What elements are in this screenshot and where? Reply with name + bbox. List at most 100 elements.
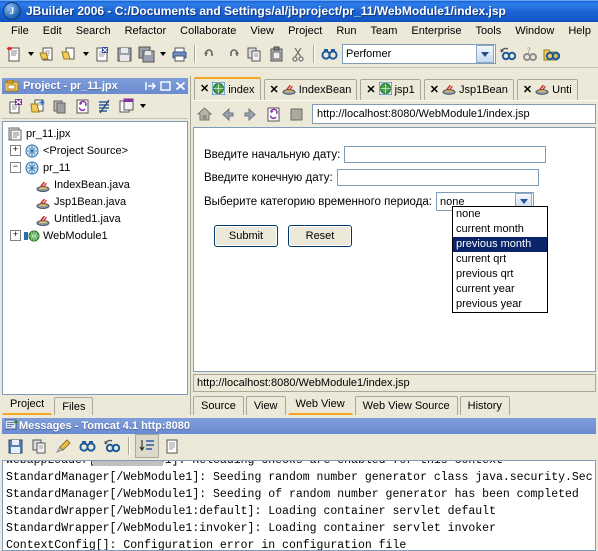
close-project-icon[interactable] [5,95,27,117]
copy-icon[interactable] [28,435,50,457]
paste-button[interactable] [265,43,287,65]
messages-log[interactable]: WebappLoader[/WebModule1]: Reloading che… [2,460,596,551]
close-icon[interactable]: ✕ [366,84,375,95]
dropdown-option[interactable]: previous qrt [453,267,547,282]
dock-left-icon[interactable] [143,79,158,93]
find-in-path-button[interactable] [540,43,562,65]
search-help-button[interactable]: ? [518,43,540,65]
properties-icon[interactable] [161,435,183,457]
stop-icon[interactable] [285,103,307,125]
reset-button[interactable]: Reset [288,225,352,247]
editor-tab-jsp1[interactable]: ✕ jsp1 [360,79,421,100]
menu-search[interactable]: Search [69,24,118,38]
dropdown-option[interactable]: current year [453,282,547,297]
expander-minus-icon[interactable]: − [10,162,21,173]
find-again-icon[interactable] [100,435,122,457]
dropdown-option[interactable]: none [453,207,547,222]
start-date-input[interactable] [344,146,547,163]
copy-button[interactable] [243,43,265,65]
tab-history[interactable]: History [459,396,510,415]
home-icon[interactable] [193,103,215,125]
copy-icon[interactable] [115,95,137,117]
more-dropdown-icon[interactable] [137,95,148,117]
dropdown-option[interactable]: previous year [453,297,547,312]
find-button[interactable] [318,43,340,65]
tree-row-pr11[interactable]: − pr_11 [5,159,187,176]
menu-help[interactable]: Help [561,24,598,38]
forward-arrow-icon[interactable] [239,103,261,125]
menu-view[interactable]: View [243,24,281,38]
search-combo[interactable]: Perfomer [342,44,496,64]
editor-tab-index[interactable]: ✕ index [194,77,261,100]
new-dropdown-button[interactable] [25,43,36,65]
cut-button[interactable] [287,43,309,65]
menu-team[interactable]: Team [364,24,405,38]
menu-file[interactable]: File [4,24,36,38]
expander-plus-icon[interactable]: + [10,145,21,156]
menu-project[interactable]: Project [281,24,329,38]
save-button[interactable] [113,43,135,65]
menu-enterprise[interactable]: Enterprise [404,24,468,38]
expander-plus-icon[interactable]: + [10,230,21,241]
find-icon[interactable] [76,435,98,457]
tree-row-webmodule1[interactable]: + WebModule1 [5,227,187,244]
refresh-icon[interactable] [262,103,284,125]
period-select-dropdown-list[interactable]: none current month previous month curren… [452,206,548,313]
search-again-button[interactable] [496,43,518,65]
undo-button[interactable] [199,43,221,65]
tab-view[interactable]: View [245,396,286,415]
close-file-button[interactable] [91,43,113,65]
url-input[interactable]: http://localhost:8080/WebModule1/index.j… [312,104,596,124]
open-project-icon[interactable] [27,95,49,117]
chevron-down-icon[interactable] [476,45,494,63]
menu-edit[interactable]: Edit [36,24,69,38]
build-icon[interactable] [93,95,115,117]
dropdown-option[interactable]: current month [453,222,547,237]
refresh-icon[interactable] [71,95,93,117]
redo-button[interactable] [221,43,243,65]
tab-web-view-source[interactable]: Web View Source [354,396,458,415]
menu-collaborate[interactable]: Collaborate [173,24,243,38]
project-tree[interactable]: pr_11.jpx + <Project Source> − pr_11 Ind… [2,121,188,395]
save-icon[interactable] [4,435,26,457]
messages-scrollbar[interactable] [93,461,163,466]
tab-source[interactable]: Source [193,396,244,415]
project-properties-icon[interactable] [49,95,71,117]
menu-run[interactable]: Run [329,24,363,38]
clear-icon[interactable] [52,435,74,457]
dropdown-option-selected[interactable]: previous month [453,237,547,252]
open-dropdown-button[interactable] [80,43,91,65]
close-icon[interactable]: ✕ [430,84,439,95]
editor-tab-indexbean[interactable]: ✕ IndexBean [263,79,358,100]
tree-row-untitled1[interactable]: Untitled1.java [5,210,187,227]
open-file-button[interactable] [58,43,80,65]
back-arrow-icon[interactable] [216,103,238,125]
menu-tools[interactable]: Tools [469,24,509,38]
tree-row-project[interactable]: pr_11.jpx [5,125,187,142]
close-icon[interactable]: ✕ [523,84,532,95]
close-icon[interactable]: ✕ [200,84,209,95]
menu-window[interactable]: Window [508,24,561,38]
submit-button[interactable]: Submit [214,225,278,247]
tab-files[interactable]: Files [54,397,94,415]
tree-row-jsp1bean[interactable]: Jsp1Bean.java [5,193,187,210]
save-all-button[interactable] [135,43,157,65]
java-class-icon [35,194,51,209]
tab-web-view[interactable]: Web View [287,393,353,415]
print-button[interactable] [168,43,190,65]
new-file-button[interactable] [3,43,25,65]
close-icon[interactable] [173,79,188,93]
editor-tab-untitled1[interactable]: ✕ Unti [516,79,578,100]
save-dropdown-button[interactable] [157,43,168,65]
editor-tab-jsp1bean[interactable]: ✕ Jsp1Bean [423,79,514,100]
open-project-button[interactable] [36,43,58,65]
close-icon[interactable]: ✕ [270,84,279,95]
dropdown-option[interactable]: current qrt [453,252,547,267]
tree-row-indexbean[interactable]: IndexBean.java [5,176,187,193]
tree-row-project-source[interactable]: + <Project Source> [5,142,187,159]
menu-refactor[interactable]: Refactor [118,24,174,38]
tab-project[interactable]: Project [2,394,53,415]
maximize-icon[interactable] [158,79,173,93]
end-date-input[interactable] [336,169,539,186]
wrap-icon[interactable] [135,434,159,458]
